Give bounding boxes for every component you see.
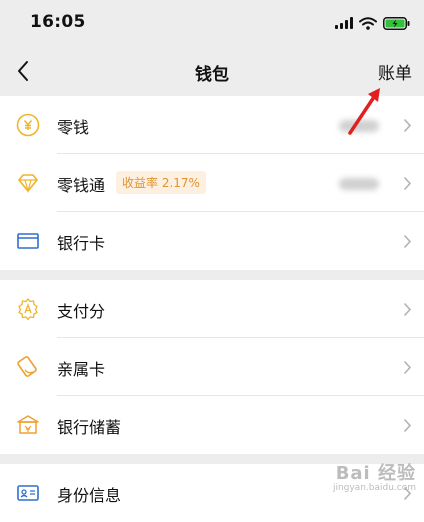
chevron-right-icon (403, 302, 412, 317)
status-icons (335, 14, 410, 32)
chevron-right-icon (403, 176, 412, 191)
chevron-right-icon (403, 118, 412, 133)
diamond-icon (18, 174, 38, 194)
list-item-label: 银行储蓄 (57, 418, 122, 437)
list-item-family-card[interactable]: 亲属卡 (0, 338, 424, 396)
list-item-label: 零钱通 (57, 176, 106, 195)
chevron-right-icon (403, 418, 412, 433)
watermark: Bai 经验 jingyan.baidu.com (333, 459, 416, 493)
battery-charging-icon (383, 16, 410, 30)
list-item-label: 支付分 (57, 302, 106, 321)
bank-savings-icon (17, 415, 39, 434)
status-time: 16:05 (30, 12, 86, 32)
yield-badge: 收益率 2.17% (116, 171, 206, 194)
status-bar: 16:05 (0, 0, 424, 46)
list-item-change-pass[interactable]: 零钱通 (0, 154, 424, 212)
hidden-balance (339, 178, 379, 190)
chevron-right-icon (403, 234, 412, 249)
annotation-arrow (348, 88, 380, 135)
list-item-label: 零钱 (57, 118, 90, 137)
list-item-label: 身份信息 (57, 486, 122, 505)
family-card-icon (17, 356, 37, 377)
payment-score-icon (18, 298, 38, 321)
coin-icon (16, 113, 40, 137)
bank-card-icon (17, 233, 39, 249)
cellular-signal-icon (335, 17, 353, 29)
chevron-right-icon (403, 360, 412, 375)
list-item-bank-savings[interactable]: 银行储蓄 (0, 396, 424, 454)
list-item-label: 亲属卡 (57, 360, 106, 379)
id-card-icon (17, 485, 39, 501)
services-group: 支付分 亲属卡 银行储蓄 (0, 280, 424, 454)
list-item-payment-score[interactable]: 支付分 (0, 280, 424, 338)
watermark-logo-text: Bai 经验 (335, 463, 416, 484)
wifi-icon (359, 16, 377, 30)
list-item-bank-card[interactable]: 银行卡 (0, 212, 424, 270)
list-item-label: 银行卡 (57, 234, 106, 253)
watermark-url: jingyan.baidu.com (332, 483, 416, 493)
